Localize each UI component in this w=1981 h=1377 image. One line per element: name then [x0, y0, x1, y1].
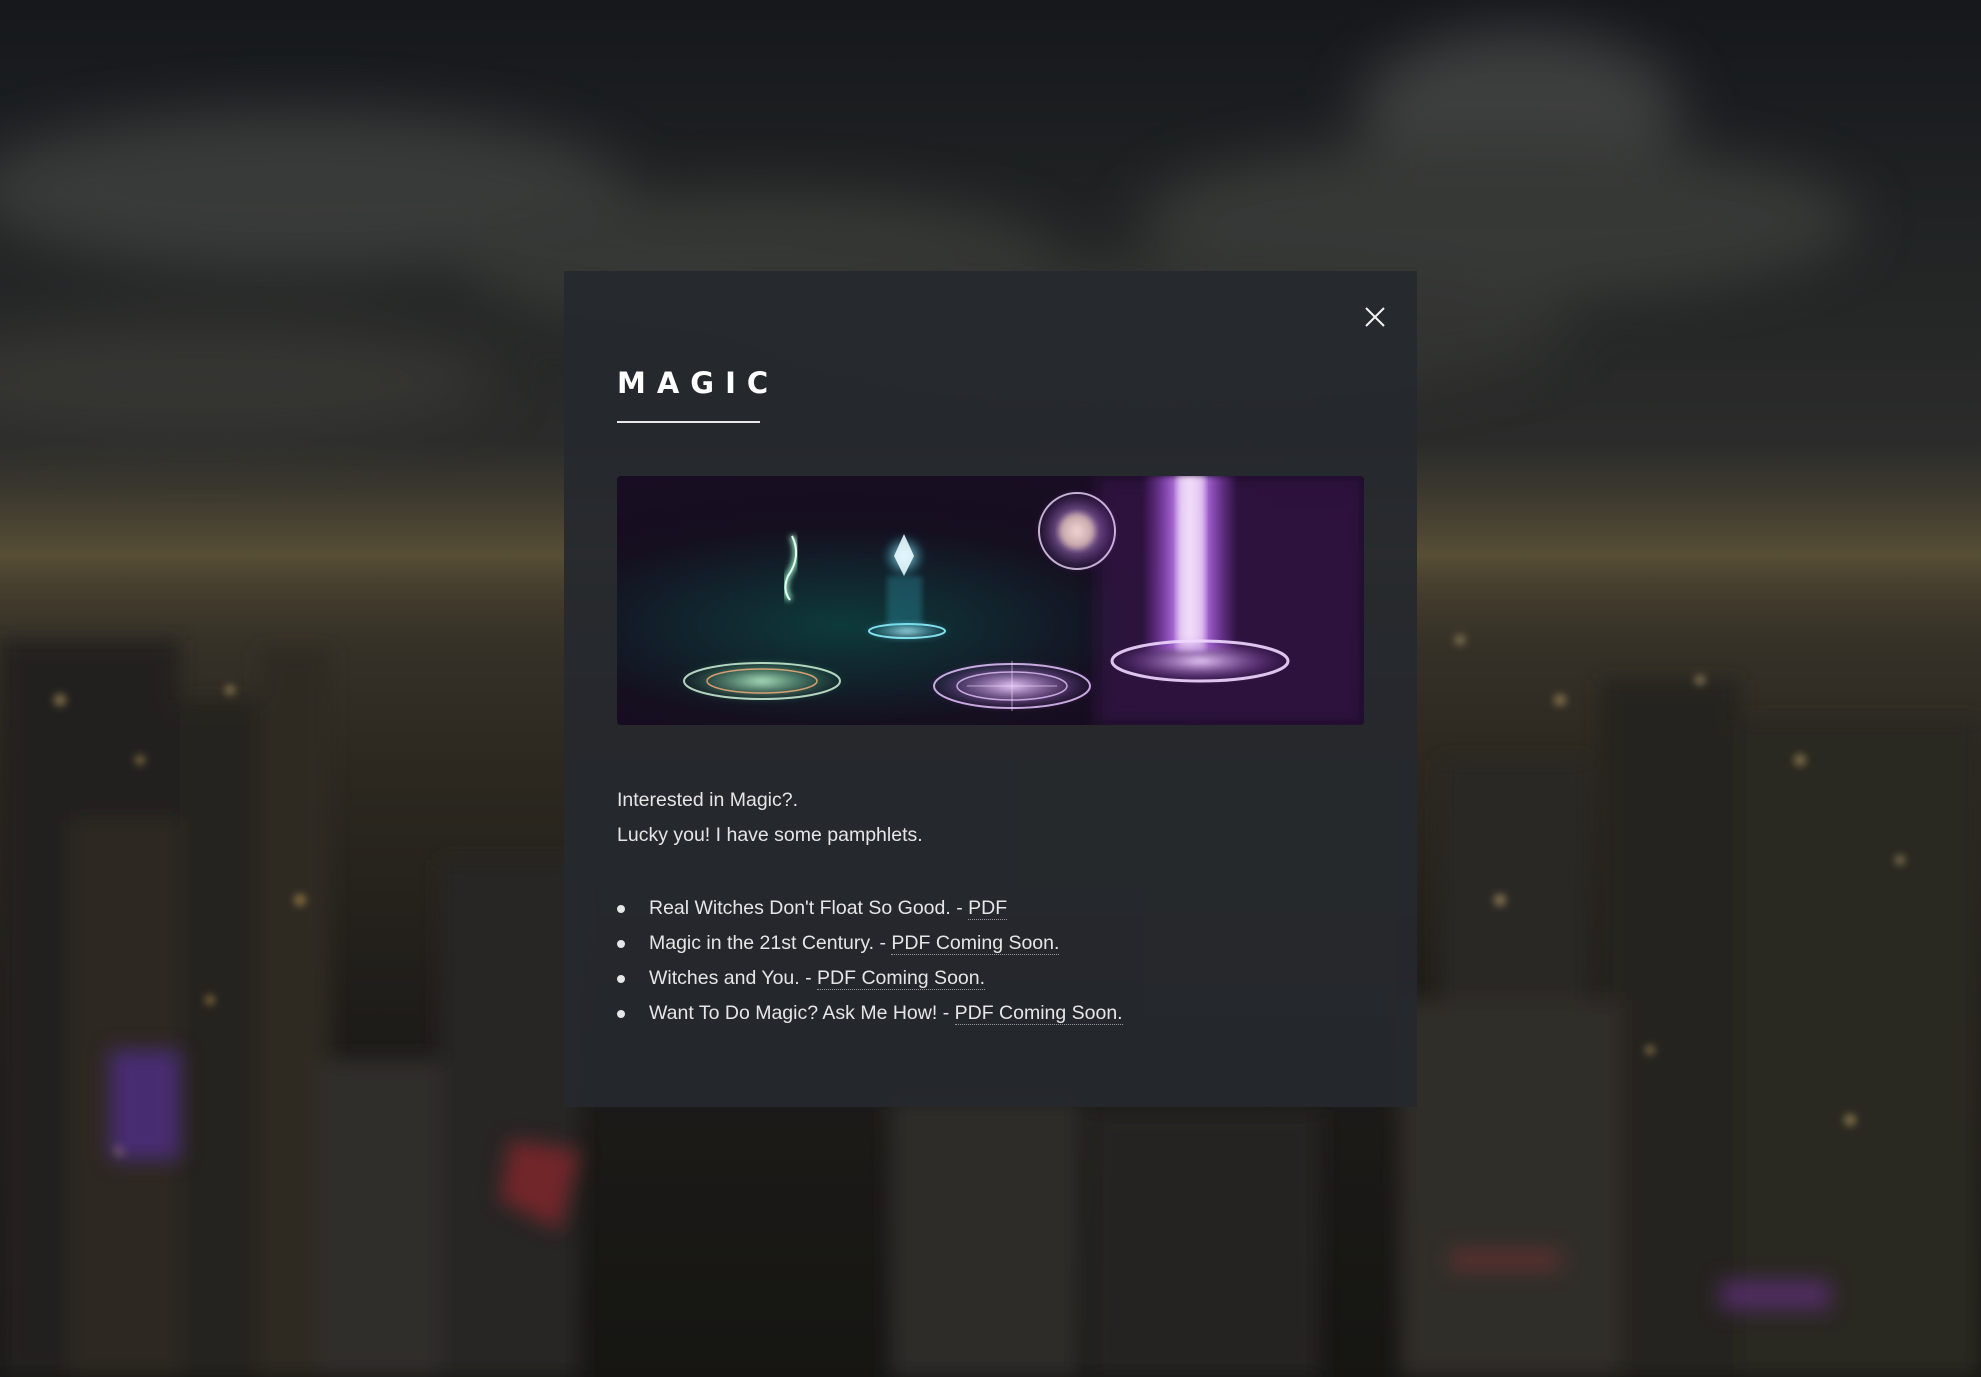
- bullet-icon: [617, 975, 625, 983]
- bullet-icon: [617, 1010, 625, 1018]
- intro-line: Interested in Magic?.: [617, 789, 799, 811]
- pamphlet-title: Witches and You. -: [649, 967, 818, 989]
- magic-modal: MAGIC Interested in Magic?. Lucky you! I…: [564, 271, 1417, 1107]
- pamphlet-title: Magic in the 21st Century. -: [649, 932, 892, 954]
- close-button[interactable]: [1357, 299, 1393, 335]
- pdf-coming-soon-link[interactable]: PDF Coming Soon.: [891, 932, 1060, 955]
- bullet-icon: [617, 905, 625, 913]
- list-item: Want To Do Magic? Ask Me How! - PDF Comi…: [617, 996, 1123, 1031]
- intro-text: Interested in Magic?. Lucky you! I have …: [617, 783, 923, 853]
- intro-line: Lucky you! I have some pamphlets.: [617, 824, 923, 846]
- magic-banner-image: [617, 476, 1364, 725]
- title-underline: [617, 421, 760, 423]
- list-item: Magic in the 21st Century. - PDF Coming …: [617, 926, 1123, 961]
- pdf-coming-soon-link[interactable]: PDF Coming Soon.: [817, 967, 986, 990]
- close-icon: [1365, 307, 1385, 327]
- pdf-link[interactable]: PDF: [968, 897, 1008, 920]
- list-item: Real Witches Don't Float So Good. - PDF: [617, 891, 1123, 926]
- bullet-icon: [617, 940, 625, 948]
- pamphlet-title: Want To Do Magic? Ask Me How! -: [649, 1002, 955, 1024]
- pdf-coming-soon-link[interactable]: PDF Coming Soon.: [954, 1002, 1123, 1025]
- pamphlet-list: Real Witches Don't Float So Good. - PDF …: [617, 891, 1123, 1031]
- list-item: Witches and You. - PDF Coming Soon.: [617, 961, 1123, 996]
- modal-title: MAGIC: [617, 366, 780, 400]
- pamphlet-title: Real Witches Don't Float So Good. -: [649, 897, 969, 919]
